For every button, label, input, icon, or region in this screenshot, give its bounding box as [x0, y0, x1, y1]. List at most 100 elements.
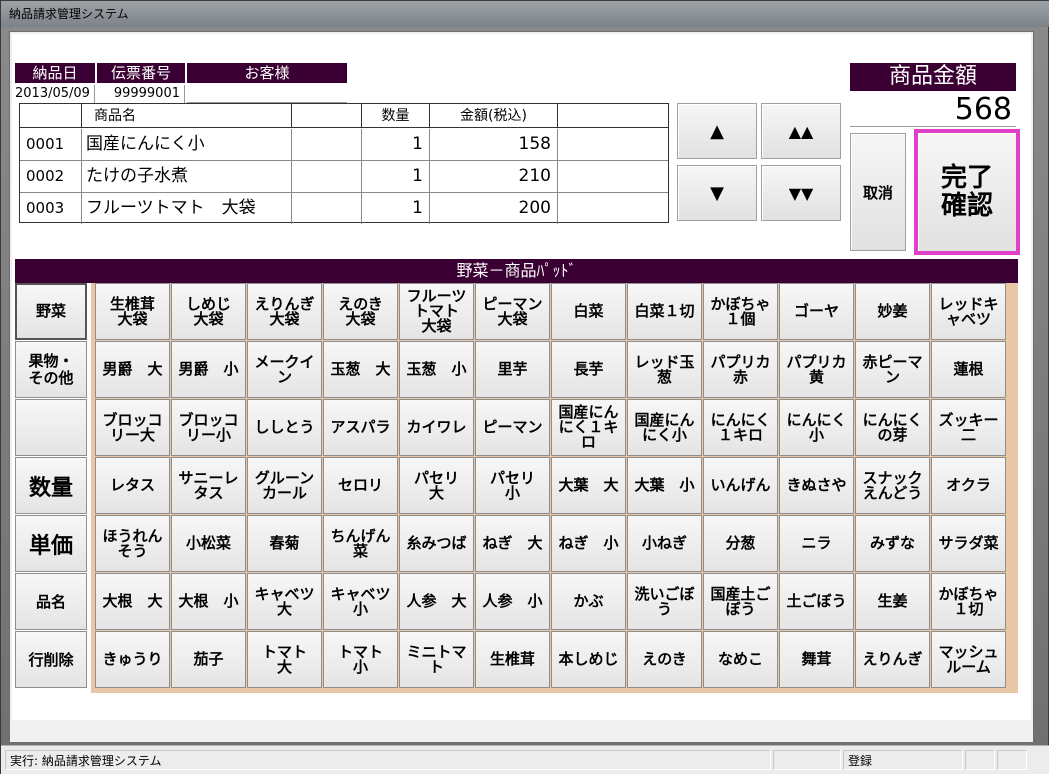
product-button[interactable]: パセリ 大 [399, 457, 474, 514]
product-button[interactable]: 長芋 [551, 341, 626, 398]
product-button[interactable]: パプリカ 赤 [703, 341, 778, 398]
product-button[interactable]: キャベツ 大 [247, 573, 322, 630]
product-button[interactable]: トマト 大 [247, 631, 322, 688]
product-button[interactable]: かぼちゃ １個 [703, 283, 778, 340]
product-button[interactable]: パプリカ 黄 [779, 341, 854, 398]
product-button[interactable]: ほうれん そう [95, 515, 170, 572]
product-button[interactable]: ブロッコ リー小 [171, 399, 246, 456]
product-button[interactable]: ピーマン 大袋 [475, 283, 550, 340]
product-button[interactable]: 分葱 [703, 515, 778, 572]
product-button[interactable]: えりんぎ 大袋 [247, 283, 322, 340]
product-button[interactable]: 茄子 [171, 631, 246, 688]
product-button[interactable]: アスパラ [323, 399, 398, 456]
product-button[interactable]: パセリ 小 [475, 457, 550, 514]
product-button[interactable]: かぶ [551, 573, 626, 630]
product-button[interactable]: セロリ [323, 457, 398, 514]
product-button[interactable]: 里芋 [475, 341, 550, 398]
product-button[interactable]: ちんげん 菜 [323, 515, 398, 572]
product-button[interactable]: メークイ ン [247, 341, 322, 398]
move-up-button[interactable]: ▲ [677, 103, 757, 159]
function-button[interactable]: 数量 [15, 457, 87, 514]
product-button[interactable]: ピーマン [475, 399, 550, 456]
complete-confirm-button[interactable]: 完了 確認 [914, 129, 1020, 255]
product-button[interactable]: ゴーヤ [779, 283, 854, 340]
table-row[interactable]: 0002 たけの子水煮 1 210 [20, 161, 668, 193]
product-button[interactable]: 大葉 小 [627, 457, 702, 514]
product-button[interactable]: ミニトマ ト [399, 631, 474, 688]
page-down-button[interactable]: ▼▼ [761, 165, 841, 221]
product-button[interactable]: きゅうり [95, 631, 170, 688]
product-button[interactable]: きぬさや [779, 457, 854, 514]
product-button[interactable]: レッド玉 葱 [627, 341, 702, 398]
product-button[interactable]: みずな [855, 515, 930, 572]
table-row[interactable]: 0001 国産にんにく小 1 158 [20, 129, 668, 161]
product-button[interactable]: 白菜 [551, 283, 626, 340]
product-button[interactable]: えのき 大袋 [323, 283, 398, 340]
product-button[interactable]: えりんぎ [855, 631, 930, 688]
product-button[interactable]: 玉葱 大 [323, 341, 398, 398]
product-button[interactable]: 国産にん にく小 [627, 399, 702, 456]
product-button[interactable]: 国産にん にく１キ ロ [551, 399, 626, 456]
product-button[interactable]: 土ごぼう [779, 573, 854, 630]
product-button[interactable]: 本しめじ [551, 631, 626, 688]
function-button[interactable]: 単価 [15, 515, 87, 572]
product-button[interactable]: 洗いごぼ う [627, 573, 702, 630]
product-button[interactable]: 大葉 大 [551, 457, 626, 514]
product-button[interactable]: ズッキー 二 [931, 399, 1006, 456]
product-button[interactable]: キャベツ 小 [323, 573, 398, 630]
product-button[interactable]: サニーレ タス [171, 457, 246, 514]
product-button[interactable]: 人参 小 [475, 573, 550, 630]
product-button[interactable]: オクラ [931, 457, 1006, 514]
product-button[interactable]: しめじ 大袋 [171, 283, 246, 340]
product-button[interactable]: 小松菜 [171, 515, 246, 572]
product-button[interactable]: 蓮根 [931, 341, 1006, 398]
product-button[interactable]: 春菊 [247, 515, 322, 572]
function-button[interactable]: 品名 [15, 573, 87, 630]
product-button[interactable]: レタス [95, 457, 170, 514]
product-button[interactable]: 舞茸 [779, 631, 854, 688]
product-button[interactable]: 大根 小 [171, 573, 246, 630]
product-button[interactable]: にんにく １キロ [703, 399, 778, 456]
product-button[interactable]: にんにく 小 [779, 399, 854, 456]
product-button[interactable]: 妙姜 [855, 283, 930, 340]
product-button[interactable]: ブロッコ リー大 [95, 399, 170, 456]
product-button[interactable]: 玉葱 小 [399, 341, 474, 398]
product-button[interactable]: ねぎ 大 [475, 515, 550, 572]
product-button[interactable]: サラダ菜 [931, 515, 1006, 572]
product-button[interactable]: 生椎茸 [475, 631, 550, 688]
product-button[interactable]: ししとう [247, 399, 322, 456]
move-down-button[interactable]: ▼ [677, 165, 757, 221]
product-button[interactable]: トマト 小 [323, 631, 398, 688]
product-button[interactable]: マッシュ ルーム [931, 631, 1006, 688]
product-button[interactable]: 小ねぎ [627, 515, 702, 572]
product-button[interactable]: 男爵 小 [171, 341, 246, 398]
product-button[interactable]: ねぎ 小 [551, 515, 626, 572]
product-button[interactable]: にんにく の芽 [855, 399, 930, 456]
product-button[interactable]: グルーン カール [247, 457, 322, 514]
product-button[interactable]: 糸みつば [399, 515, 474, 572]
category-button[interactable]: 果物・ その他 [15, 341, 87, 398]
product-button[interactable]: ニラ [779, 515, 854, 572]
product-button[interactable]: 大根 大 [95, 573, 170, 630]
function-button[interactable]: 行削除 [15, 631, 87, 688]
page-up-button[interactable]: ▲▲ [761, 103, 841, 159]
table-row[interactable]: 0003 フルーツトマト 大袋 1 200 [20, 193, 668, 225]
product-button[interactable]: かぼちゃ １切 [931, 573, 1006, 630]
product-button[interactable]: レッドキ ャベツ [931, 283, 1006, 340]
product-button[interactable]: カイワレ [399, 399, 474, 456]
product-button[interactable]: 男爵 大 [95, 341, 170, 398]
product-button[interactable]: 人参 大 [399, 573, 474, 630]
product-button[interactable]: 白菜１切 [627, 283, 702, 340]
product-button[interactable]: 赤ピーマ ン [855, 341, 930, 398]
product-button[interactable]: 生椎茸 大袋 [95, 283, 170, 340]
product-button[interactable]: いんげん [703, 457, 778, 514]
product-button[interactable]: スナック えんどう [855, 457, 930, 514]
product-button[interactable]: フルーツ トマト 大袋 [399, 283, 474, 340]
category-button[interactable] [15, 399, 87, 456]
cancel-button[interactable]: 取消 [850, 133, 906, 251]
product-button[interactable]: えのき [627, 631, 702, 688]
product-button[interactable]: 国産土ご ぼう [703, 573, 778, 630]
product-button[interactable]: 生姜 [855, 573, 930, 630]
product-button[interactable]: なめこ [703, 631, 778, 688]
category-button[interactable]: 野菜 [15, 283, 87, 340]
